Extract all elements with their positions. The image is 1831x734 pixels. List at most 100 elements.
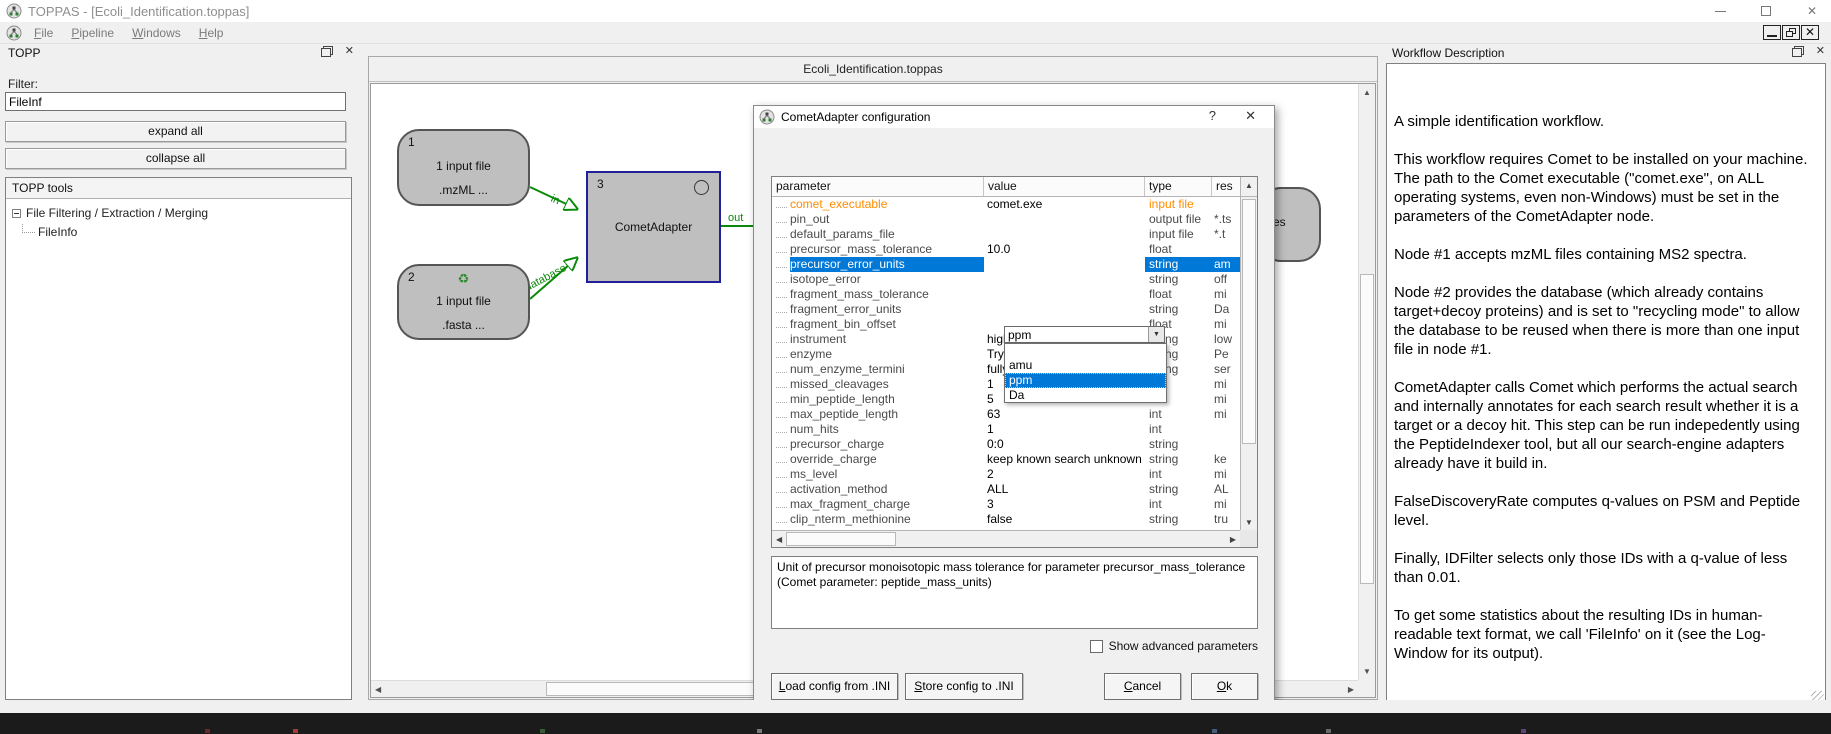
tree-branch-icon [776,395,787,403]
column-header-type[interactable]: type [1145,177,1212,196]
tree-branch-icon [776,200,787,208]
node-input-fasta[interactable]: 2 ♻ 1 input file .fasta ... [397,264,530,340]
menu-help[interactable]: Help [191,24,232,42]
combobox-dropdown-icon[interactable]: ▼ [1148,327,1164,342]
description-paragraph: A simple identification workflow. [1394,112,1817,131]
description-paragraph: Finally, IDFilter selects only those IDs… [1394,549,1817,587]
workflow-description-title: Workflow Description [1392,46,1504,60]
status-strip [0,700,1831,713]
param-row-max_fragment_charge[interactable]: max_fragment_charge3intmi [772,497,1257,512]
close-button[interactable]: ✕ [1803,2,1821,20]
param-row-default_params_file[interactable]: default_params_fileinput file*.t [772,227,1257,242]
workflow-description-panel: Workflow Description ✕ A simple identifi… [1384,44,1831,713]
tree-branch-icon [776,380,787,388]
column-header-restrictions[interactable]: res [1212,177,1240,196]
param-row-clip_nterm_methionine[interactable]: clip_nterm_methioninefalsestringtru [772,512,1257,527]
cancel-button[interactable]: Cancel [1104,673,1181,700]
param-row-max_peptide_length[interactable]: max_peptide_length63intmi [772,407,1257,422]
tree-branch-icon [776,425,787,433]
mdi-minimize-button[interactable] [1763,25,1781,40]
param-row-precursor_mass_tolerance[interactable]: precursor_mass_tolerance10.0float [772,242,1257,257]
float-panel-icon[interactable] [1794,46,1804,55]
taskbar-strip [0,713,1831,734]
menu-bar: FilePipelineWindowsHelp [0,22,1831,44]
mdi-close-button[interactable]: ✕ [1801,25,1819,40]
param-row-fragment_mass_tolerance[interactable]: fragment_mass_tolerancefloatmi [772,287,1257,302]
store-config-button[interactable]: Store config to .INI file [905,673,1023,700]
collapse-all-button[interactable]: collapse all [5,148,346,169]
recycle-icon: ♻ [399,271,528,287]
load-config-button[interactable]: Load config from .INI file [771,673,898,700]
tree-branch-icon [776,320,787,328]
tree-branch-icon [776,275,787,283]
param-row-override_charge[interactable]: override_chargekeep known search unknown… [772,452,1257,467]
param-row-comet_executable[interactable]: comet_executablecomet.exeinput file [772,197,1257,212]
tree-branch-icon [776,305,787,313]
menu-pipeline[interactable]: Pipeline [63,24,122,42]
combo-option-amu[interactable]: amu [1005,358,1166,373]
tree-group-file-filtering[interactable]: File Filtering / Extraction / Merging [12,206,208,220]
table-scrollbar-corner [1240,530,1257,547]
dialog-title: CometAdapter configuration [781,110,930,124]
param-row-activation_method[interactable]: activation_methodALLstringAL [772,482,1257,497]
precursor-error-units-combobox[interactable]: ppm ▼ [1004,326,1165,343]
ok-button[interactable]: Ok [1191,673,1258,700]
table-scroll-up-icon[interactable]: ▲ [1240,177,1257,196]
param-row-num_hits[interactable]: num_hits1int [772,422,1257,437]
tree-branch-icon [776,410,787,418]
topp-tools-header: TOPP tools [6,178,351,199]
dialog-help-button[interactable]: ? [1209,108,1216,123]
topp-tools-box: TOPP tools File Filtering / Extraction /… [5,177,352,700]
menu-windows[interactable]: Windows [124,24,189,42]
tree-item-fileinfo[interactable]: FileInfo [22,224,77,239]
close-panel-icon[interactable]: ✕ [345,46,354,56]
tree-branch-icon [776,470,787,478]
tree-branch-icon [776,350,787,358]
description-paragraph: Node #1 accepts mzML files containing MS… [1394,245,1817,264]
expand-all-button[interactable]: expand all [5,121,346,142]
column-header-parameter[interactable]: parameter [772,177,984,196]
tree-branch-icon [776,260,787,268]
tree-branch-icon [776,485,787,493]
param-row-isotope_error[interactable]: isotope_errorstringoff [772,272,1257,287]
close-panel-icon[interactable]: ✕ [1816,46,1825,56]
maximize-button[interactable] [1757,2,1775,20]
tree-branch-icon [776,455,787,463]
combobox-popup-list: amuppmDa [1004,343,1167,403]
advanced-parameters-row: Show advanced parameters [754,639,1258,653]
param-row-precursor_charge[interactable]: precursor_charge0:0string [772,437,1257,452]
combo-option-Da[interactable]: Da [1005,388,1166,403]
combo-option-ppm[interactable]: ppm [1005,373,1166,388]
workflow-description-box[interactable]: A simple identification workflow.This wo… [1386,63,1826,706]
parameter-table-header: parameter value type res ▲ [772,177,1257,197]
mdi-restore-button[interactable] [1782,25,1800,40]
show-advanced-checkbox[interactable] [1090,640,1103,653]
table-horizontal-scrollbar[interactable]: ◀ ▶ [772,530,1240,547]
minimize-button[interactable] [1711,2,1729,20]
app-icon [6,3,22,19]
node-cometadapter[interactable]: 3 CometAdapter [586,171,721,283]
description-paragraph: To get some statistics about the resulti… [1394,606,1817,663]
column-header-value[interactable]: value [984,177,1145,196]
param-row-pin_out[interactable]: pin_outoutput file*.ts [772,212,1257,227]
collapse-expander-icon[interactable] [12,209,21,218]
dialog-icon [759,109,775,125]
param-row-precursor_error_units[interactable]: precursor_error_unitsstringam [772,257,1257,272]
window-title: TOPPAS - [Ecoli_Identification.toppas] [28,4,249,19]
node-input-mzml[interactable]: 1 1 input file .mzML ... [397,129,530,206]
param-row-ms_level[interactable]: ms_level2intmi [772,467,1257,482]
filter-label: Filter: [8,77,38,91]
param-row-fragment_error_units[interactable]: fragment_error_unitsstringDa [772,302,1257,317]
edge-label-out: out [728,212,743,224]
filter-input[interactable] [5,92,346,111]
float-panel-icon[interactable] [323,46,333,55]
dialog-title-bar: CometAdapter configuration ? ✕ [754,106,1274,128]
title-bar: TOPPAS - [Ecoli_Identification.toppas] ✕ [0,0,1831,22]
dialog-close-button[interactable]: ✕ [1245,108,1256,124]
tree-branch-icon [776,440,787,448]
table-vertical-scrollbar[interactable]: ▼ [1240,197,1257,530]
menu-file[interactable]: File [26,24,61,42]
tree-branch-icon [776,365,787,373]
mdi-child-icon [6,25,22,41]
canvas-vertical-scrollbar[interactable]: ▲ ▼ [1358,84,1375,680]
